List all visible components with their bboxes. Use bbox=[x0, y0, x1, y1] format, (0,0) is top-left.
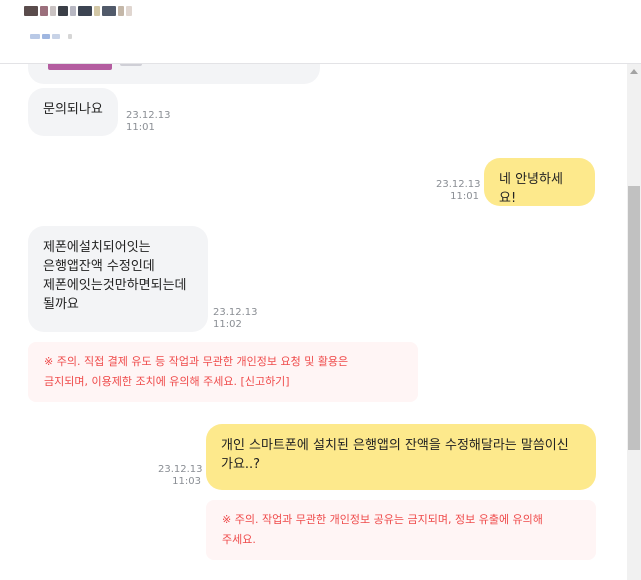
message-line: 될까요 bbox=[43, 297, 79, 312]
scroll-up-arrow-icon[interactable] bbox=[627, 64, 641, 78]
message-text: 문의되나요 bbox=[43, 102, 103, 117]
message-line: 은행앱잔액 수정인데 bbox=[43, 259, 155, 274]
partial-image-message bbox=[28, 64, 320, 84]
warning-notice: ※ 주의. 직접 결제 유도 등 작업과 무관한 개인정보 요청 및 활용은 금… bbox=[28, 342, 418, 402]
message-text: 네 안녕하세요! bbox=[499, 172, 563, 206]
received-message: 문의되나요 bbox=[28, 88, 118, 136]
sent-message: 개인 스마트폰에 설치된 은행앱의 잔액을 수정해달라는 말씀이신 가요..? bbox=[206, 424, 596, 490]
blurred-username bbox=[24, 6, 132, 16]
message-line: 가요..? bbox=[221, 457, 261, 472]
warning-line: ※ 주의. 작업과 무관한 개인정보 공유는 금지되며, 정보 유출에 유의해 bbox=[222, 513, 543, 526]
chat-header bbox=[0, 0, 641, 64]
received-message: 제폰에설치되어잇는 은행앱잔액 수정인데 제폰에잇는것만하면되는데 될까요 bbox=[28, 226, 208, 332]
warning-line: 주세요. bbox=[222, 533, 256, 546]
message-timestamp: 23.12.13 11:01 bbox=[126, 110, 171, 133]
warning-notice: ※ 주의. 작업과 무관한 개인정보 공유는 금지되며, 정보 유출에 유의해 … bbox=[206, 500, 596, 560]
message-line: 제폰에설치되어잇는 bbox=[43, 240, 151, 255]
blurred-status bbox=[30, 34, 72, 39]
message-line: 개인 스마트폰에 설치된 은행앱의 잔액을 수정해달라는 말씀이신 bbox=[221, 438, 569, 453]
message-timestamp: 23.12.13 11:01 bbox=[436, 179, 481, 202]
chat-messages[interactable]: 문의되나요 23.12.13 11:01 23.12.13 11:01 네 안녕하세… bbox=[0, 64, 627, 580]
sent-message: 네 안녕하세요! bbox=[484, 158, 595, 206]
message-line: 제폰에잇는것만하면되는데 bbox=[43, 278, 187, 293]
message-timestamp: 23.12.13 11:02 bbox=[213, 307, 258, 330]
warning-line: 금지되며, 이용제한 조치에 유의해 주세요. bbox=[44, 375, 238, 388]
report-link[interactable]: [신고하기] bbox=[241, 375, 290, 388]
scrollbar-thumb[interactable] bbox=[628, 186, 640, 450]
message-timestamp: 23.12.13 11:03 bbox=[158, 464, 203, 487]
warning-line: ※ 주의. 직접 결제 유도 등 작업과 무관한 개인정보 요청 및 활용은 bbox=[44, 355, 349, 368]
image-thumbnail[interactable] bbox=[48, 64, 112, 70]
